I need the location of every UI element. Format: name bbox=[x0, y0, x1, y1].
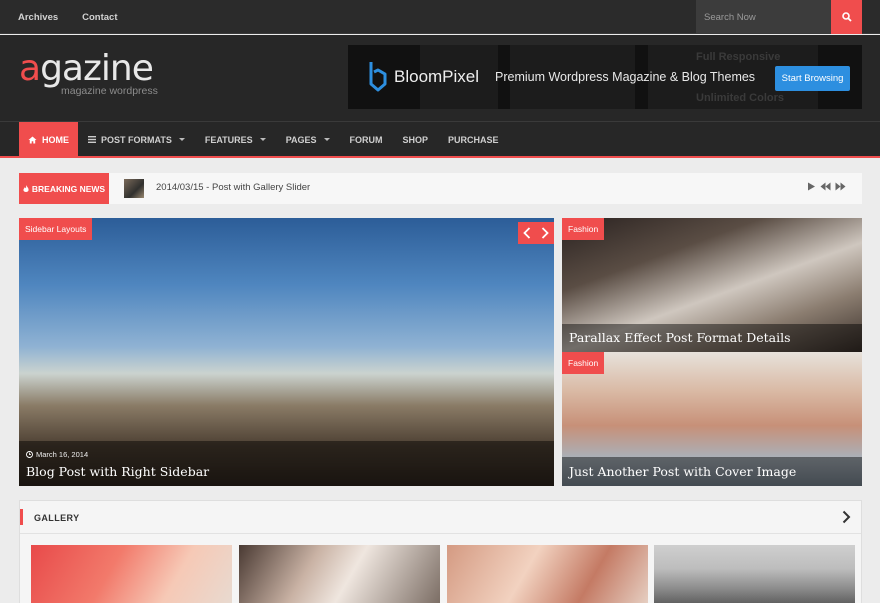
post-title[interactable]: Parallax Effect Post Format Details bbox=[569, 330, 791, 345]
top-bar: Archives Contact bbox=[0, 0, 880, 34]
breaking-news-label: BREAKING NEWS bbox=[19, 173, 109, 204]
nav-label: PAGES bbox=[285, 134, 317, 145]
section-accent-bar bbox=[20, 509, 23, 525]
gallery-image[interactable] bbox=[31, 545, 232, 603]
featured-side-post[interactable]: Fashion Just Another Post with Cover Ima… bbox=[562, 352, 862, 486]
nav-item-purchase[interactable]: PURCHASE bbox=[438, 122, 509, 157]
archives-link[interactable]: Archives bbox=[18, 12, 58, 23]
category-badge[interactable]: Sidebar Layouts bbox=[19, 218, 93, 240]
banner-faint-text: Unlimited Colors bbox=[696, 92, 785, 104]
nav-label: FEATURES bbox=[204, 134, 253, 145]
slider-arrows bbox=[518, 222, 554, 244]
post-title[interactable]: Blog Post with Right Sidebar bbox=[26, 464, 209, 479]
gallery-image[interactable] bbox=[654, 545, 855, 603]
chevron-down-icon bbox=[178, 138, 185, 141]
next-icon[interactable] bbox=[835, 182, 846, 191]
category-badge[interactable]: Fashion bbox=[562, 352, 605, 374]
gallery-title: GALLERY bbox=[34, 513, 80, 523]
logo-wordmark: agazine bbox=[19, 48, 154, 89]
post-title[interactable]: Just Another Post with Cover Image bbox=[569, 464, 796, 479]
chevron-down-icon bbox=[259, 138, 266, 141]
breaking-news-thumbnail[interactable] bbox=[124, 179, 144, 198]
search-box bbox=[696, 0, 831, 34]
breaking-news-headline[interactable]: 2014/03/15 - Post with Gallery Slider bbox=[156, 182, 310, 193]
nav-label: FORUM bbox=[349, 134, 383, 145]
home-icon bbox=[28, 136, 37, 143]
breaking-news-date: 2014/03/15 bbox=[156, 182, 204, 193]
nav-item-pages[interactable]: PAGES bbox=[276, 122, 340, 157]
play-icon[interactable] bbox=[807, 182, 816, 191]
banner-tagline: Premium Wordpress Magazine & Blog Themes bbox=[495, 70, 756, 84]
breaking-news-bar: BREAKING NEWS 2014/03/15 - Post with Gal… bbox=[19, 173, 862, 204]
nav-item-shop[interactable]: SHOP bbox=[393, 122, 439, 157]
top-links: Archives Contact bbox=[18, 0, 118, 34]
gallery-image[interactable] bbox=[447, 545, 648, 603]
nav-label: HOME bbox=[42, 134, 69, 145]
gallery-section: GALLERY bbox=[19, 500, 862, 603]
category-badge[interactable]: Fashion bbox=[562, 218, 605, 240]
chevron-right-icon[interactable] bbox=[842, 510, 851, 524]
gallery-header: GALLERY bbox=[20, 501, 861, 534]
chevron-down-icon bbox=[323, 138, 330, 141]
nav-item-forum[interactable]: FORUM bbox=[340, 122, 393, 157]
nav-item-features[interactable]: FEATURES bbox=[195, 122, 276, 157]
bloompixel-logo-icon bbox=[369, 62, 387, 92]
post-date: March 16, 2014 bbox=[26, 450, 88, 459]
main-nav: HOME POST FORMATS FEATURES PAGES FORUM S… bbox=[0, 121, 880, 158]
featured-side-post[interactable]: Fashion Parallax Effect Post Format Deta… bbox=[562, 218, 862, 352]
search-input[interactable] bbox=[696, 0, 831, 34]
post-caption: Just Another Post with Cover Image bbox=[562, 457, 862, 486]
search-button[interactable] bbox=[831, 0, 862, 34]
nav-label: PURCHASE bbox=[448, 134, 499, 145]
contact-link[interactable]: Contact bbox=[82, 12, 117, 23]
nav-item-post-formats[interactable]: POST FORMATS bbox=[78, 122, 195, 157]
featured-main-post[interactable]: Sidebar Layouts March 16, 2014 Blog Post… bbox=[19, 218, 554, 486]
post-caption: March 16, 2014 Blog Post with Right Side… bbox=[19, 441, 554, 486]
menu-icon bbox=[88, 136, 96, 143]
nav-label: SHOP bbox=[402, 134, 429, 145]
previous-icon[interactable] bbox=[820, 182, 831, 191]
start-browsing-button[interactable]: Start Browsing bbox=[775, 66, 850, 91]
post-caption: Parallax Effect Post Format Details bbox=[562, 324, 862, 352]
site-logo[interactable]: agazine magazine wordpress bbox=[19, 48, 158, 98]
header-ad-banner[interactable]: Full Responsive Unlimited Colors BloomPi… bbox=[348, 45, 862, 109]
nav-item-home[interactable]: HOME bbox=[19, 122, 78, 157]
ticker-controls bbox=[807, 182, 846, 191]
logo-tagline: magazine wordpress bbox=[61, 85, 158, 97]
banner-brand: BloomPixel bbox=[394, 67, 480, 86]
nav-label: POST FORMATS bbox=[101, 134, 172, 145]
flame-icon bbox=[23, 184, 29, 192]
search-icon bbox=[841, 12, 852, 22]
chevron-left-icon[interactable] bbox=[523, 227, 531, 239]
banner-faint-text: Full Responsive bbox=[696, 51, 781, 63]
site-header: agazine magazine wordpress Full Responsi… bbox=[0, 35, 880, 121]
chevron-right-icon[interactable] bbox=[541, 227, 549, 239]
clock-icon bbox=[26, 451, 33, 458]
gallery-image[interactable] bbox=[239, 545, 440, 603]
